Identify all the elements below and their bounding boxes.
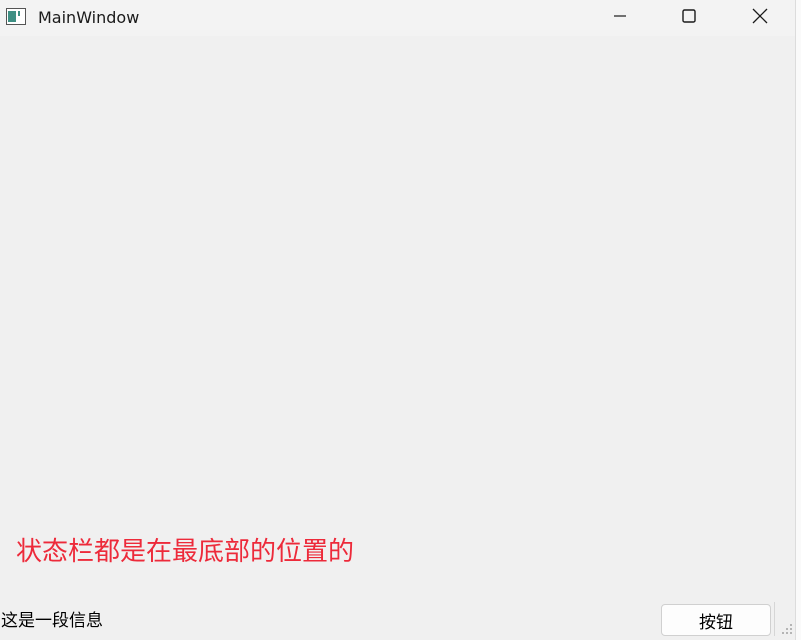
maximize-button[interactable] [661,0,717,36]
app-icon [6,8,26,25]
window-edge [795,0,801,640]
title-bar[interactable]: MainWindow [0,0,795,36]
status-bar: 这是一段信息 按钮 [0,600,795,640]
maximize-icon [681,8,697,28]
status-separator [774,602,775,636]
window-title: MainWindow [38,8,140,27]
main-window: MainWindow 状态栏都是在最底部的位置的 这是一段信息 按钮 [0,0,801,640]
status-message: 这是一段信息 [1,611,103,631]
size-grip-icon[interactable] [780,620,794,638]
close-icon [751,7,769,29]
status-bar-button[interactable]: 按钮 [661,604,771,636]
status-position-label: 状态栏都是在最底部的位置的 [16,537,355,567]
minimize-button[interactable] [592,0,648,36]
minimize-icon [612,8,628,28]
central-widget [0,36,795,600]
close-button[interactable] [732,0,788,36]
